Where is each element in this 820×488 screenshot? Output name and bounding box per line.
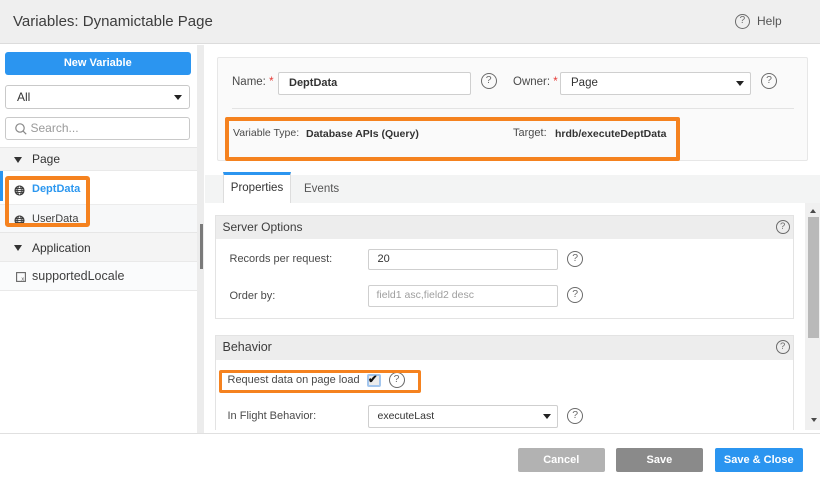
svg-text:x: x [21, 277, 24, 282]
